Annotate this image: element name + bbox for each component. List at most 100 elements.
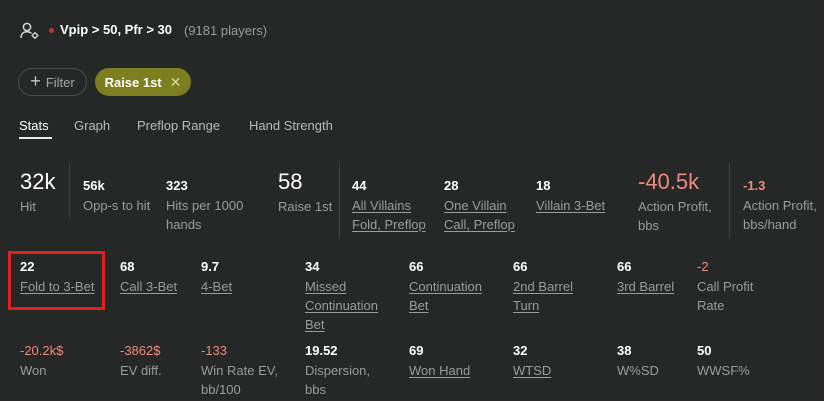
stat-2nd-barrel-turn[interactable]: 66 2nd Barrel Turn (513, 260, 573, 315)
stat-link[interactable]: All Villains (352, 196, 426, 215)
stat-value: -20.2k$ (20, 343, 64, 358)
stat-wwsf: 50 WWSF% (697, 344, 750, 380)
stat-label: Dispersion, (305, 363, 371, 378)
stat-call-profit-rate: -2 Call Profit Rate (697, 260, 753, 315)
stat-ev-diff: -3862$ EV diff. (120, 344, 162, 380)
filter-label: Filter (45, 74, 75, 90)
stat-link[interactable]: 4-Bet (201, 277, 232, 296)
stat-link[interactable]: 3rd Barrel (617, 277, 674, 296)
stat-label: bbs (305, 382, 326, 397)
stat-label: Hits per 1000 (166, 198, 244, 213)
stat-label: Hit (20, 199, 36, 214)
stat-label: Call Profit (697, 279, 754, 294)
stat-hit: 32k Hit (20, 171, 55, 216)
stat-won: -20.2k$ Won (20, 344, 63, 380)
stat-continuation-bet[interactable]: 66 Continuation Bet (409, 260, 482, 315)
stat-4bet[interactable]: 9.7 4-Bet (201, 260, 232, 296)
stat-opps-to-hit: 56k Opp-s to hit (83, 179, 150, 215)
stat-value: 68 (120, 259, 135, 274)
stat-value: 58 (278, 169, 303, 194)
stat-value: 69 (409, 343, 424, 358)
tab-graph[interactable]: Graph (74, 118, 110, 133)
status-dot (49, 28, 54, 33)
stat-label: EV diff. (120, 363, 162, 378)
stat-value: -133 (201, 343, 228, 358)
stat-label: WWSF% (697, 363, 750, 378)
stat-label: bbs/hand (743, 217, 797, 232)
stat-link[interactable]: WTSD (513, 361, 551, 380)
stat-label: Won (20, 363, 47, 378)
stat-link[interactable]: Missed (305, 277, 378, 296)
raise-first-chip[interactable]: Raise 1st ✕ (95, 68, 191, 96)
stat-label: Opp-s to hit (83, 198, 151, 213)
stat-action-profit: -40.5k Action Profit, bbs (638, 171, 712, 235)
stat-label: Action Profit, (743, 198, 817, 213)
stat-label: W%SD (617, 363, 659, 378)
stat-value: -40.5k (638, 169, 700, 194)
divider (729, 163, 730, 239)
divider (69, 163, 70, 219)
stat-dispersion: 19.52 Dispersion, bbs (305, 344, 370, 399)
stat-value: -2 (697, 259, 709, 274)
stat-label: hands (166, 217, 202, 232)
active-tab-indicator (19, 137, 52, 139)
raise-first-label: Raise 1st (104, 74, 162, 90)
stat-link[interactable]: Fold, Preflop (352, 215, 426, 234)
stat-value: 32 (513, 343, 528, 358)
stat-value: 19.52 (305, 343, 338, 358)
stat-value: 38 (617, 343, 632, 358)
stat-value: 66 (409, 259, 424, 274)
stat-value: 44 (352, 178, 367, 193)
filter-title: Vpip > 50, Pfr > 30 (60, 22, 172, 37)
stat-one-villain-call[interactable]: 28 One Villain Call, Preflop (444, 179, 515, 234)
stat-label: bb/100 (201, 382, 241, 397)
stat-label: Action Profit, (638, 199, 712, 214)
stat-call-3bet[interactable]: 68 Call 3-Bet (120, 260, 177, 296)
stat-value: 9.7 (201, 259, 220, 274)
stat-value: 66 (513, 259, 528, 274)
stat-value: 50 (697, 343, 712, 358)
stat-all-villains-fold[interactable]: 44 All Villains Fold, Preflop (352, 179, 426, 234)
stat-value: -3862$ (120, 343, 161, 358)
stat-label: Raise 1st (278, 199, 333, 214)
stat-value: 28 (444, 178, 459, 193)
stat-value: 323 (166, 178, 188, 193)
stat-value: 22 (20, 259, 35, 274)
tab-hand-strength[interactable]: Hand Strength (249, 118, 333, 133)
stat-link[interactable]: Bet (305, 315, 378, 334)
stat-win-rate-ev: -133 Win Rate EV, bb/100 (201, 344, 278, 399)
stat-hits-per-1000: 323 Hits per 1000 hands (166, 179, 243, 234)
stat-link[interactable]: Turn (513, 296, 573, 315)
stat-link[interactable]: Call 3-Bet (120, 277, 177, 296)
stat-won-hand[interactable]: 69 Won Hand (409, 344, 470, 380)
stat-missed-continuation-bet[interactable]: 34 Missed Continuation Bet (305, 260, 378, 334)
players-count: (9181 players) (184, 23, 268, 38)
stat-value: 18 (536, 178, 551, 193)
stat-label: bbs (638, 218, 659, 233)
stat-link[interactable]: Villain 3-Bet (536, 196, 605, 215)
stat-value: 56k (83, 178, 105, 193)
stat-w-sd: 38 W%SD (617, 344, 659, 380)
stat-link[interactable]: Continuation (409, 277, 482, 296)
tab-stats[interactable]: Stats (19, 118, 49, 133)
stat-raise-first: 58 Raise 1st (278, 171, 332, 216)
stat-label: Win Rate EV, (201, 363, 278, 378)
stat-link[interactable]: Continuation (305, 296, 378, 315)
stat-link[interactable]: Call, Preflop (444, 215, 515, 234)
stat-value: 66 (617, 259, 632, 274)
close-icon[interactable]: ✕ (170, 74, 182, 91)
stat-link[interactable]: One Villain (444, 196, 515, 215)
user-settings-icon[interactable] (20, 22, 40, 40)
stat-3rd-barrel[interactable]: 66 3rd Barrel (617, 260, 674, 296)
stat-link[interactable]: Fold to 3-Bet (20, 277, 94, 296)
add-filter-button[interactable]: + Filter (18, 68, 87, 96)
stat-fold-to-3bet[interactable]: 22 Fold to 3-Bet (20, 260, 94, 296)
stat-villain-3bet[interactable]: 18 Villain 3-Bet (536, 179, 605, 215)
stat-link[interactable]: 2nd Barrel (513, 277, 573, 296)
stat-link[interactable]: Bet (409, 296, 482, 315)
stat-wtsd[interactable]: 32 WTSD (513, 344, 551, 380)
plus-icon: + (30, 71, 41, 91)
stat-link[interactable]: Won Hand (409, 361, 470, 380)
stat-value: 32k (20, 169, 56, 194)
tab-preflop-range[interactable]: Preflop Range (137, 118, 220, 133)
